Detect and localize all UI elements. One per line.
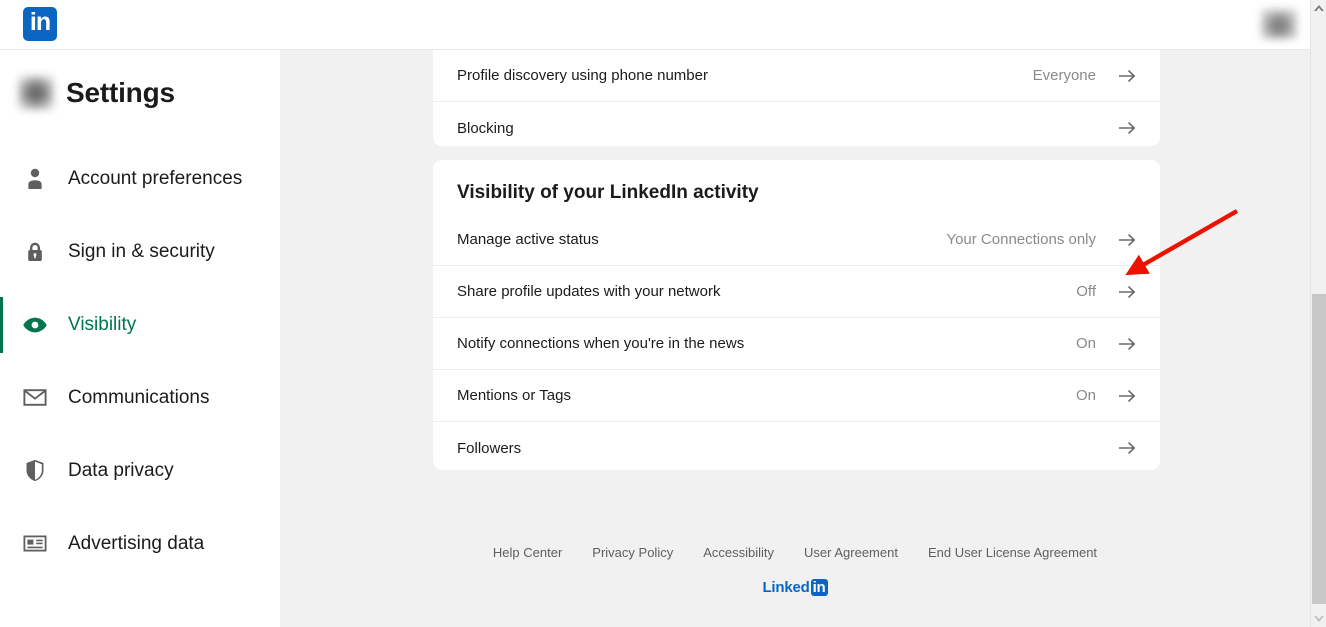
sidebar-item-label: Advertising data	[68, 532, 205, 554]
sidebar-item-label: Visibility	[68, 313, 137, 335]
page-title: Settings	[66, 77, 175, 108]
page-root: in Settings Account preferences Sign in …	[0, 0, 1326, 627]
row-share-profile-updates[interactable]: Share profile updates with your network …	[433, 266, 1160, 318]
sidebar-item-label: Data privacy	[68, 459, 174, 481]
eye-icon	[22, 312, 48, 338]
row-value: On	[1075, 335, 1096, 352]
ad-card-icon	[22, 531, 48, 557]
sidebar-item-data-privacy[interactable]: Data privacy	[0, 434, 280, 507]
settings-header: Settings	[18, 76, 175, 110]
vertical-scrollbar[interactable]	[1310, 0, 1326, 627]
arrow-right-icon	[1118, 285, 1136, 299]
sidebar-item-advertising-data[interactable]: Advertising data	[0, 507, 280, 580]
footer-link-user-agreement[interactable]: User Agreement	[804, 545, 898, 560]
lock-icon	[22, 239, 48, 265]
envelope-icon	[22, 385, 48, 411]
footer-link-accessibility[interactable]: Accessibility	[703, 545, 774, 560]
settings-sidebar: Settings Account preferences Sign in & s…	[0, 50, 280, 627]
settings-content: Profile discovery using phone number Eve…	[280, 50, 1310, 627]
arrow-right-icon	[1118, 121, 1136, 135]
page-footer: Help Center Privacy Policy Accessibility…	[280, 545, 1310, 596]
footer-link-privacy-policy[interactable]: Privacy Policy	[592, 545, 673, 560]
footer-brand-word: Linked	[762, 579, 810, 596]
footer-link-help-center[interactable]: Help Center	[493, 545, 562, 560]
chevron-up-icon[interactable]	[1311, 0, 1326, 17]
arrow-right-icon	[1118, 389, 1136, 403]
card-title: Visibility of your LinkedIn activity	[457, 182, 759, 203]
footer-links: Help Center Privacy Policy Accessibility…	[280, 545, 1310, 560]
row-value: On	[1075, 387, 1096, 404]
scrollbar-thumb[interactable]	[1312, 294, 1326, 604]
shield-icon	[22, 458, 48, 484]
user-avatar-icon[interactable]	[1261, 9, 1297, 39]
linkedin-logo-icon[interactable]: in	[23, 7, 57, 41]
row-value: Your Connections only	[946, 231, 1096, 248]
chevron-down-icon[interactable]	[1311, 610, 1326, 627]
row-label: Share profile updates with your network	[457, 283, 721, 300]
sidebar-item-sign-in-security[interactable]: Sign in & security	[0, 215, 280, 288]
row-followers[interactable]: Followers	[433, 422, 1160, 474]
row-manage-active-status[interactable]: Manage active status Your Connections on…	[433, 214, 1160, 266]
footer-link-end-user-license-agreement[interactable]: End User License Agreement	[928, 545, 1097, 560]
arrow-right-icon	[1118, 233, 1136, 247]
linkedin-wordmark-icon: Linked in	[280, 579, 1310, 596]
row-value: Off	[1076, 283, 1096, 300]
row-label: Blocking	[457, 119, 514, 137]
row-label: Manage active status	[457, 231, 599, 248]
sidebar-item-label: Sign in & security	[68, 240, 215, 262]
global-navbar: in	[0, 0, 1310, 50]
arrow-right-icon	[1118, 441, 1136, 455]
sidebar-item-communications[interactable]: Communications	[0, 361, 280, 434]
sidebar-nav: Account preferences Sign in & security V…	[0, 142, 280, 580]
row-blocking[interactable]: Blocking	[433, 102, 1160, 154]
row-label: Notify connections when you're in the ne…	[457, 335, 745, 352]
row-label: Mentions or Tags	[457, 387, 571, 404]
sidebar-item-visibility[interactable]: Visibility	[0, 288, 280, 361]
sidebar-item-label: Communications	[68, 386, 210, 408]
profile-avatar-icon[interactable]	[18, 76, 54, 110]
sidebar-item-account-preferences[interactable]: Account preferences	[0, 142, 280, 215]
row-label: Followers	[457, 439, 522, 457]
person-icon	[22, 166, 48, 192]
sidebar-item-label: Account preferences	[68, 167, 243, 189]
footer-brand-badge: in	[810, 579, 828, 596]
arrow-right-icon	[1118, 69, 1136, 83]
arrow-right-icon	[1118, 337, 1136, 351]
row-profile-discovery-phone[interactable]: Profile discovery using phone number Eve…	[433, 50, 1160, 102]
row-mentions-or-tags[interactable]: Mentions or Tags On	[433, 370, 1160, 422]
row-label: Profile discovery using phone number	[457, 67, 708, 84]
row-notify-connections-news[interactable]: Notify connections when you're in the ne…	[433, 318, 1160, 370]
linkedin-activity-card: Visibility of your LinkedIn activity Man…	[433, 160, 1160, 470]
row-value: Everyone	[1032, 67, 1096, 84]
visibility-profile-card: Profile discovery using phone number Eve…	[433, 50, 1160, 146]
